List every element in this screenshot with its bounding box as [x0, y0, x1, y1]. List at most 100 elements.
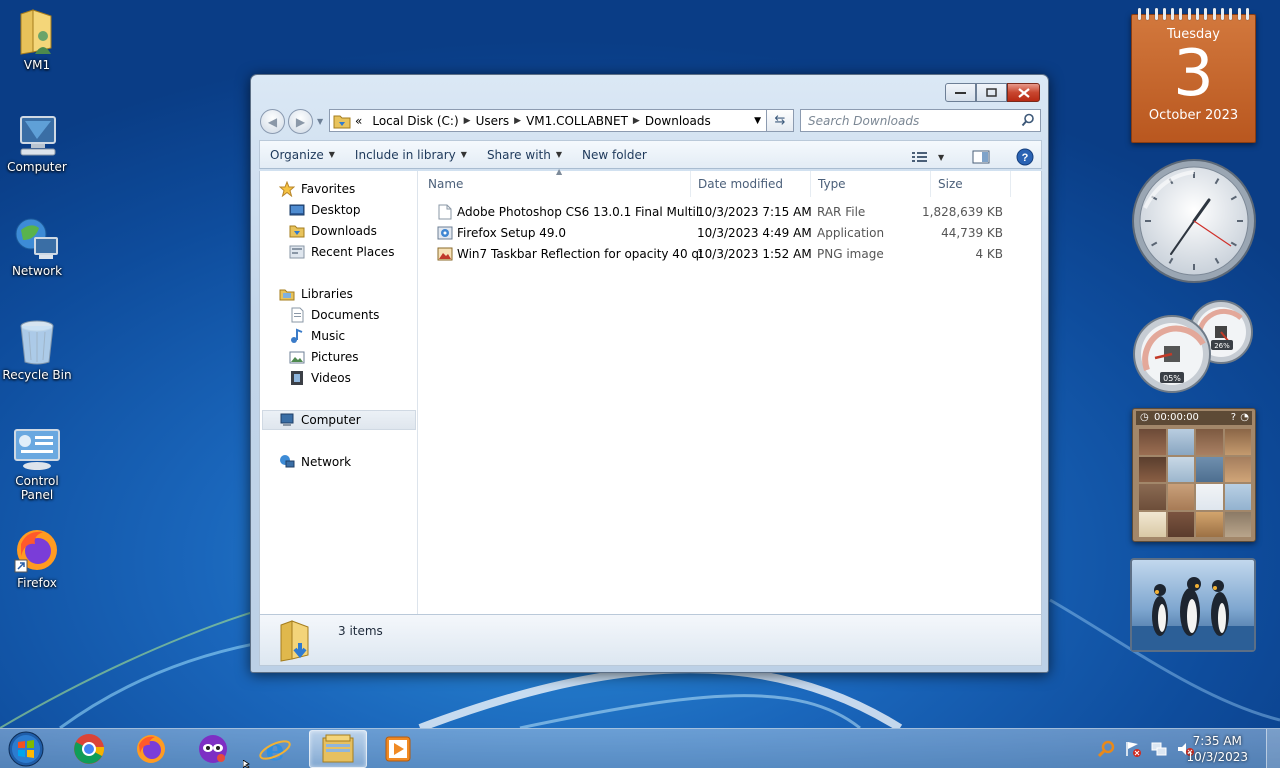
nav-label: Downloads	[311, 224, 377, 238]
taskbar-clock[interactable]: 7:35 AM 10/3/2023	[1186, 733, 1248, 765]
taskbar-media-player[interactable]	[372, 730, 424, 768]
taskbar-chrome[interactable]	[63, 730, 115, 768]
installer-icon	[437, 226, 453, 240]
clock-gadget[interactable]	[1131, 158, 1257, 284]
show-desktop-button[interactable]	[1266, 729, 1280, 768]
nav-downloads[interactable]: Downloads	[289, 221, 377, 241]
desktop-icon-control-panel[interactable]: Control Panel	[2, 428, 72, 502]
share-with-label: Share with	[486, 147, 551, 162]
svg-text:?: ?	[1022, 152, 1029, 164]
breadcrumb-separator-icon[interactable]: ▶	[514, 116, 521, 126]
desktop-icon-computer[interactable]: Computer	[2, 114, 72, 174]
forward-button[interactable]: ▶	[288, 109, 313, 134]
breadcrumb-local-disk[interactable]: Local Disk (C:)	[372, 114, 458, 128]
nav-desktop[interactable]: Desktop	[289, 200, 361, 220]
nav-pictures[interactable]: Pictures	[289, 347, 359, 367]
desktop-icon-user-folder[interactable]: VM1	[2, 8, 72, 72]
file-size: 1,828,639 KB	[922, 205, 1003, 219]
refresh-button[interactable]: ⇆	[766, 109, 794, 132]
include-in-library-button[interactable]: Include in library ▼	[345, 141, 477, 168]
computer-icon	[20, 116, 56, 156]
address-bar[interactable]: « Local Disk (C:) ▶ Users ▶ VM1.COLLABNET ▶…	[329, 109, 767, 132]
taskbar-mask-app[interactable]	[187, 730, 239, 768]
nav-music[interactable]: Music	[289, 326, 345, 346]
desktop-icon-label: Recycle Bin	[2, 368, 72, 382]
preview-pane-icon[interactable]	[972, 150, 990, 164]
desktop-icon-recycle-bin[interactable]: Recycle Bin	[2, 318, 72, 382]
cpu-meter-gadget[interactable]: 05% 26%	[1129, 298, 1257, 394]
recent-pages-dropdown[interactable]: ▼	[317, 117, 323, 126]
desktop-icon-firefox[interactable]: Firefox	[2, 526, 72, 590]
forward-arrow-icon: ▶	[295, 114, 306, 129]
column-header-type[interactable]: Type	[811, 171, 931, 197]
organize-button[interactable]: Organize ▼	[260, 141, 345, 168]
action-center-flag-icon[interactable]	[1124, 740, 1142, 758]
nav-videos[interactable]: Videos	[289, 368, 351, 388]
libraries-icon	[279, 289, 295, 301]
taskbar-internet-explorer[interactable]: e	[249, 730, 301, 768]
help-icon[interactable]: ?	[1016, 148, 1034, 166]
column-header-size[interactable]: Size	[931, 171, 1011, 197]
nav-libraries[interactable]: Libraries	[279, 284, 353, 304]
new-folder-button[interactable]: New folder	[572, 141, 657, 168]
file-type: RAR File	[817, 205, 866, 219]
details-pane: 3 items	[259, 614, 1042, 666]
navigation-pane: Favorites Desktop Downloads Recent Place…	[260, 171, 418, 614]
file-row[interactable]: Win7 Taskbar Reflection for opacity 40 q…	[437, 244, 1017, 264]
breadcrumb-users[interactable]: Users	[476, 114, 510, 128]
nav-network[interactable]: Network	[279, 452, 351, 472]
picture-puzzle-gadget[interactable]: 00:00:00 ◷ ? ◔	[1132, 408, 1256, 542]
nav-label: Videos	[311, 371, 351, 385]
minimize-button[interactable]	[945, 83, 976, 102]
maximize-button[interactable]	[976, 83, 1007, 102]
back-button[interactable]: ◀	[260, 109, 285, 134]
slideshow-gadget[interactable]	[1130, 558, 1256, 652]
view-dropdown-icon[interactable]: ▼	[938, 153, 944, 162]
taskbar: e 7:35 AM 10/3/2023	[0, 728, 1280, 768]
search-tray-icon[interactable]	[1098, 740, 1116, 758]
column-header-name[interactable]: Name	[419, 171, 691, 197]
internet-explorer-icon: e	[259, 733, 291, 765]
taskbar-firefox[interactable]	[125, 730, 177, 768]
nav-favorites[interactable]: Favorites	[279, 179, 355, 199]
breadcrumb-downloads[interactable]: Downloads	[645, 114, 711, 128]
file-row[interactable]: Adobe Photoshop CS6 13.0.1 Final Multil.…	[437, 202, 1017, 222]
desktop-icon-label: VM1	[23, 58, 51, 72]
taskbar-windows-explorer[interactable]	[309, 730, 367, 768]
breadcrumb-user-folder[interactable]: VM1.COLLABNET	[526, 114, 628, 128]
firefox-icon	[137, 735, 165, 763]
share-with-button[interactable]: Share with ▼	[477, 141, 572, 168]
calendar-gadget[interactable]: Tuesday 3 October 2023	[1131, 8, 1256, 143]
solve-icon[interactable]: ◔	[1240, 411, 1249, 425]
desktop-icon-label: Network	[11, 264, 63, 278]
puzzle-grid	[1139, 429, 1251, 537]
nav-computer[interactable]: Computer	[262, 410, 416, 430]
file-date: 10/3/2023 1:52 AM	[697, 247, 812, 261]
desktop-icon-label: Computer	[7, 160, 67, 174]
nav-recent-places[interactable]: Recent Places	[289, 242, 394, 262]
breadcrumb-separator-icon[interactable]: ▶	[633, 116, 640, 126]
search-icon	[1021, 113, 1034, 127]
close-button[interactable]	[1007, 83, 1040, 102]
help-icon[interactable]: ?	[1231, 411, 1236, 425]
file-row[interactable]: Firefox Setup 49.0 10/3/2023 4:49 AM App…	[437, 223, 1017, 243]
address-dropdown-icon[interactable]: ▼	[754, 116, 761, 126]
close-icon	[1017, 87, 1030, 98]
file-type: Application	[817, 226, 885, 240]
desktop-icon-network[interactable]: Network	[2, 214, 72, 278]
breadcrumb-separator-icon[interactable]: ▶	[464, 116, 471, 126]
column-header-date-modified[interactable]: Date modified	[691, 171, 811, 197]
calendar-day: 3	[1173, 37, 1214, 111]
change-view-icon[interactable]	[912, 151, 928, 163]
chevron-down-icon: ▼	[460, 150, 467, 159]
nav-documents[interactable]: Documents	[289, 305, 379, 325]
file-name: Firefox Setup 49.0	[457, 226, 566, 240]
nav-label: Desktop	[311, 203, 361, 217]
address-overflow[interactable]: «	[355, 114, 362, 128]
network-tray-icon[interactable]	[1150, 740, 1168, 758]
search-box[interactable]: Search Downloads	[800, 109, 1041, 132]
nav-label: Documents	[311, 308, 380, 322]
cpu-usage-readout: 05%	[1163, 374, 1181, 383]
nav-label: Computer	[301, 413, 361, 427]
start-button[interactable]	[6, 730, 46, 768]
